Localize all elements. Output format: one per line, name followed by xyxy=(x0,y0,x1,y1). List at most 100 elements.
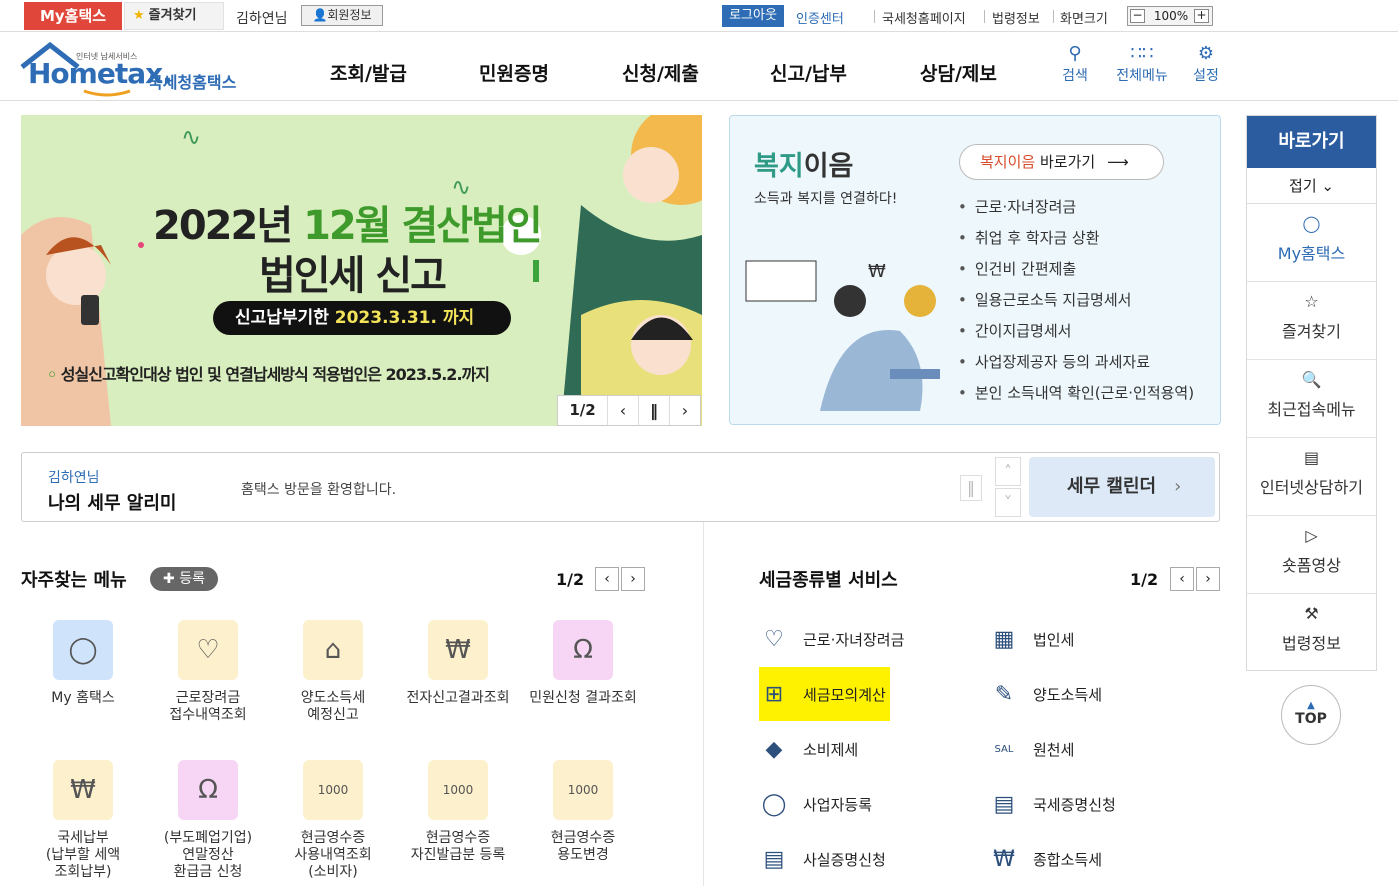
favorites-label: 즐겨찾기 xyxy=(148,8,197,23)
logo-korean-text: 국세청홈택스 xyxy=(148,73,237,92)
tax-service-next-button[interactable]: › xyxy=(1196,567,1220,591)
banner-note: ◦ 성실신고확인대상 법인 및 연결납세방식 적용법인은 2023.5.2.까지 xyxy=(47,361,490,385)
tax-service-item[interactable]: ◆ 소비제세 xyxy=(759,734,859,764)
frequent-menu-title: 자주찾는 메뉴 xyxy=(21,570,127,591)
bokji-illustration: ₩ xyxy=(745,260,940,411)
arrow-right-icon: ⟶ xyxy=(1107,153,1129,171)
tax-service-item[interactable]: ✎ 양도소득세 xyxy=(989,679,1102,709)
my-hometax-button[interactable]: My홈택스 xyxy=(24,2,122,30)
nav-consult[interactable]: 상담/제보 xyxy=(920,59,997,86)
member-info-label: 회원정보 xyxy=(327,8,372,22)
house-icon: ⌂ xyxy=(303,620,363,680)
quick-law-info[interactable]: ⚒ 법령정보 xyxy=(1247,594,1376,672)
tax-calendar-button[interactable]: 세무 캘린더 › xyxy=(1029,457,1215,517)
bokji-item[interactable]: 인건비 간편제출 xyxy=(958,258,1194,289)
frequent-menu-item[interactable]: 1000 현금영수증 사용내역조회 (소비자) xyxy=(273,760,393,881)
tax-service-item[interactable]: ◯ 사업자등록 xyxy=(759,789,872,819)
quick-menu-title: 바로가기 xyxy=(1247,116,1376,168)
deadline-date: 2023.3.31. 까지 xyxy=(334,308,475,328)
all-menu-tool[interactable]: ∷∷ 전체메뉴 xyxy=(1112,43,1172,85)
alarm-down-button[interactable]: ˅ xyxy=(995,488,1021,517)
bokji-item[interactable]: 사업장제공자 등의 과세자료 xyxy=(958,351,1194,382)
frequent-menu-item[interactable]: ₩ 전자신고결과조회 xyxy=(398,620,518,707)
nav-report-pay[interactable]: 신고/납부 xyxy=(770,59,847,86)
favorites-button[interactable]: ★ 즐겨찾기 xyxy=(124,2,224,30)
tax-service-prev-button[interactable]: ‹ xyxy=(1170,567,1194,591)
salary-doc-icon: SAL xyxy=(994,743,1014,755)
nav-inquiry[interactable]: 조회/발급 xyxy=(330,59,407,86)
tax-service-item[interactable]: ▦ 법인세 xyxy=(989,624,1075,654)
quick-my-hometax[interactable]: ◯ My홈택스 xyxy=(1247,204,1376,282)
svg-text:₩: ₩ xyxy=(868,261,886,282)
cert-center-link[interactable]: 인증센터 xyxy=(796,8,844,27)
frequent-menu-label: 근로장려금 접수내역조회 xyxy=(169,690,247,723)
tax-service-page-indicator: 1/2 xyxy=(1130,570,1159,589)
quick-shortform-video[interactable]: ▷ 숏폼영상 xyxy=(1247,516,1376,594)
tax-service-item[interactable]: ⊞ 세금모의계산 xyxy=(759,667,890,721)
frequent-next-button[interactable]: › xyxy=(621,567,645,591)
tax-service-item[interactable]: ▤ 국세증명신청 xyxy=(989,789,1116,819)
play-icon: ▷ xyxy=(1305,526,1318,545)
tax-service-label: 국세증명신청 xyxy=(1033,795,1116,814)
banner-pause-button[interactable]: ‖ xyxy=(639,396,670,425)
bokji-shortcut-button[interactable]: 복지이음 바로가기 ⟶ xyxy=(959,144,1164,180)
quick-internet-consult[interactable]: ▤ 인터넷상담하기 xyxy=(1247,438,1376,516)
document-pen-icon: ✎ xyxy=(994,681,1014,707)
frequent-menu-item[interactable]: Ω (부도폐업기업) 연말정산 환급금 신청 xyxy=(148,760,268,881)
quick-recent-menu[interactable]: 🔍 최근접속메뉴 xyxy=(1247,360,1376,438)
frequent-menu-item[interactable]: ⌂ 양도소득세 예정신고 xyxy=(273,620,393,724)
alarm-up-button[interactable]: ˄ xyxy=(995,457,1021,486)
frequent-menu-item[interactable]: ₩ 국세납부 (납부할 세액 조회납부) xyxy=(23,760,143,881)
alarm-user: 김하연님 xyxy=(48,470,100,486)
tax-service-item[interactable]: ♡ 근로·자녀장려금 xyxy=(759,624,904,654)
main-banner[interactable]: ∿ ∿ 2022년 12월 결산법인 법인세 신고 신고납부기한 2023.3.… xyxy=(21,115,702,426)
scroll-top-button[interactable]: ▲ TOP xyxy=(1281,685,1341,745)
tax-service-item[interactable]: ₩ 종합소득세 xyxy=(989,844,1102,874)
zoom-in-button[interactable]: + xyxy=(1194,9,1209,23)
heart-hand-icon: ♡ xyxy=(178,620,238,680)
bokji-item[interactable]: 취업 후 학자금 상환 xyxy=(958,227,1194,258)
receipt-search-icon: 1000 xyxy=(303,760,363,820)
frequent-menu-item[interactable]: ♡ 근로장려금 접수내역조회 xyxy=(148,620,268,724)
person-icon: ◯ xyxy=(1302,214,1321,233)
tax-service-item[interactable]: SAL 원천세 xyxy=(989,734,1075,764)
doc-search-icon: 🔍 xyxy=(1301,370,1322,389)
bokji-item[interactable]: 본인 소득내역 확인(근로·인적용역) xyxy=(958,382,1194,413)
tax-service-title: 세금종류별 서비스 xyxy=(759,570,898,591)
bokji-item[interactable]: 일용근로소득 지급명세서 xyxy=(958,289,1194,320)
quick-favorites[interactable]: ☆ 즐겨찾기 xyxy=(1247,282,1376,360)
frequent-menu-item[interactable]: 1000 현금영수증 용도변경 xyxy=(523,760,643,864)
nts-homepage-link[interactable]: 국세청홈페이지 xyxy=(882,8,966,27)
alarm-pause-button[interactable]: ‖ xyxy=(960,475,982,501)
document-icon: ▤ xyxy=(763,846,785,872)
banner-prev-button[interactable]: ‹ xyxy=(608,396,639,425)
screen-size-label: 화면크기 xyxy=(1060,12,1108,27)
bokji-title: 복지이음 xyxy=(754,144,853,183)
quick-menu-fold-button[interactable]: 접기 ⌄ xyxy=(1247,168,1376,204)
tax-service-item[interactable]: ▤ 사실증명신청 xyxy=(759,844,886,874)
bokji-link-accent: 복지이음 xyxy=(980,153,1036,171)
member-info-button[interactable]: 👤회원정보 xyxy=(301,5,383,26)
alarm-message: 홈택스 방문을 환영합니다. xyxy=(241,482,397,498)
banner-controls: 1/2 ‹ ‖ › xyxy=(557,395,701,426)
frequent-menu-label: (부도폐업기업) 연말정산 환급금 신청 xyxy=(163,830,253,880)
bokji-item[interactable]: 근로·자녀장려금 xyxy=(958,196,1194,227)
frequent-menu-item[interactable]: Ω 민원신청 결과조회 xyxy=(523,620,643,707)
nav-apply-submit[interactable]: 신청/제출 xyxy=(622,59,699,86)
frequent-add-button[interactable]: ✚ 등록 xyxy=(150,567,218,591)
settings-tool[interactable]: ⚙ 설정 xyxy=(1176,43,1236,85)
zoom-out-button[interactable]: − xyxy=(1130,9,1145,23)
bokji-item[interactable]: 간이지급명세서 xyxy=(958,320,1194,351)
deadline-label: 신고납부기한 xyxy=(235,308,329,328)
frequent-menu-item[interactable]: ◯ My 홈택스 xyxy=(23,620,143,707)
frequent-prev-button[interactable]: ‹ xyxy=(595,567,619,591)
banner-next-button[interactable]: › xyxy=(670,396,700,425)
frequent-menu-label: 전자신고결과조회 xyxy=(406,690,510,706)
quick-label: My홈택스 xyxy=(1277,244,1346,263)
frequent-menu-item[interactable]: 1000 현금영수증 자진발급분 등록 xyxy=(398,760,518,864)
hometax-logo[interactable]: 인터넷 납세서비스 Hometax. 국세청홈택스 xyxy=(20,41,250,97)
logout-button[interactable]: 로그아웃 xyxy=(722,5,784,27)
law-info-link[interactable]: 법령정보 xyxy=(992,8,1040,27)
nav-civil-cert[interactable]: 민원증명 xyxy=(479,59,549,86)
search-tool[interactable]: ⚲ 검색 xyxy=(1045,43,1105,85)
